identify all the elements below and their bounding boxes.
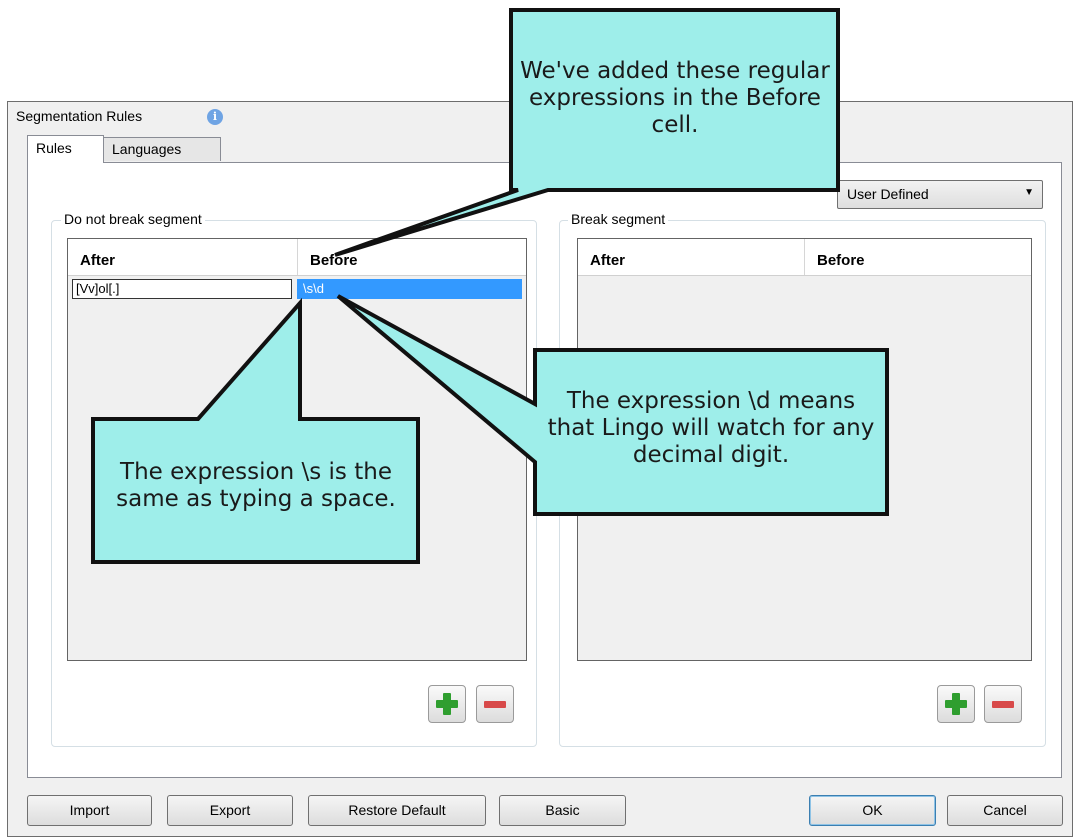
callout-before-cell-text: We've added these regular expressions in… xyxy=(520,58,830,138)
column-header-before[interactable]: Before xyxy=(805,239,1031,275)
before-cell-selected[interactable]: \s\d xyxy=(297,279,522,299)
grid-header: After Before xyxy=(68,239,526,276)
rule-set-value: User Defined xyxy=(847,186,929,202)
column-header-after[interactable]: After xyxy=(68,239,297,275)
remove-rule-button[interactable] xyxy=(984,685,1022,723)
minus-icon xyxy=(992,701,1014,708)
column-header-before[interactable]: Before xyxy=(298,239,526,275)
add-rule-button[interactable] xyxy=(428,685,466,723)
restore-default-button[interactable]: Restore Default xyxy=(308,795,486,826)
do-not-break-grid[interactable]: After Before [Vv]ol[.] \s\d xyxy=(67,238,527,661)
remove-rule-button[interactable] xyxy=(476,685,514,723)
rule-set-select[interactable]: User Defined ▼ xyxy=(837,180,1043,209)
info-icon[interactable]: i xyxy=(207,109,223,125)
cancel-button[interactable]: Cancel xyxy=(947,795,1063,826)
basic-button[interactable]: Basic xyxy=(499,795,626,826)
add-rule-button[interactable] xyxy=(937,685,975,723)
column-header-after[interactable]: After xyxy=(578,239,804,275)
do-not-break-label: Do not break segment xyxy=(61,211,205,227)
break-segment-label: Break segment xyxy=(568,211,669,227)
dialog-title: Segmentation Rules xyxy=(16,108,143,124)
ok-button[interactable]: OK xyxy=(809,795,936,826)
callout-digit-text: The expression \d means that Lingo will … xyxy=(547,388,875,468)
tab-languages[interactable]: Languages xyxy=(103,137,221,161)
grid-header: After Before xyxy=(578,239,1031,276)
after-cell-input[interactable]: [Vv]ol[.] xyxy=(72,279,292,299)
import-button[interactable]: Import xyxy=(27,795,152,826)
chevron-down-icon: ▼ xyxy=(1024,187,1034,198)
minus-icon xyxy=(484,701,506,708)
export-button[interactable]: Export xyxy=(167,795,293,826)
callout-space-text: The expression \s is the same as typing … xyxy=(116,459,396,512)
tab-rules[interactable]: Rules xyxy=(27,135,104,163)
